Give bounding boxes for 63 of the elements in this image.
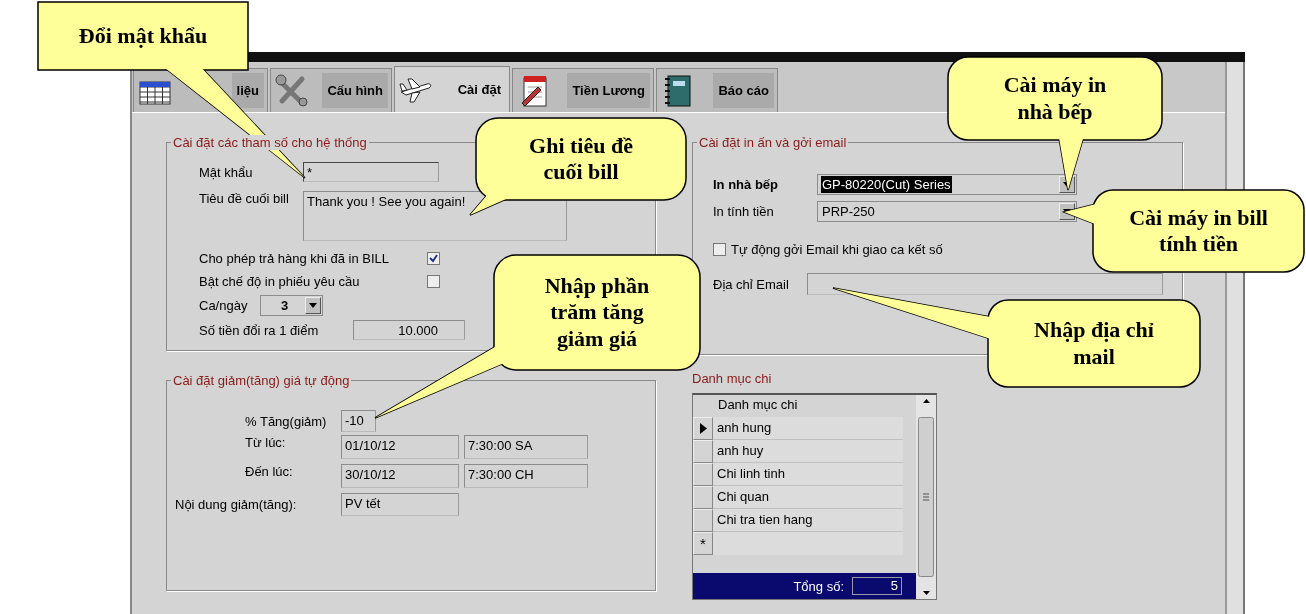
field-label: Nội dung giảm(tăng): xyxy=(175,496,298,512)
tab[interactable]: Cấu hình xyxy=(270,68,392,112)
time-field[interactable]: 7:30:00 CH xyxy=(464,464,588,488)
callout-text: Nhập phần trăm tăng giảm giá xyxy=(544,272,650,353)
total-label: Tổng số: xyxy=(793,578,844,594)
shift-dropdown[interactable]: 3 xyxy=(260,295,323,316)
section-title: Danh mục chi xyxy=(692,371,772,386)
current-row-icon xyxy=(699,423,707,434)
row-selector[interactable] xyxy=(693,417,713,440)
checkbox-label: Cho phép trả hàng khi đã in BILL xyxy=(199,251,391,266)
field-label: Mật khẩu xyxy=(199,164,254,180)
callout-text: Đổi mật khẩu xyxy=(78,22,208,50)
group-title: Cài đặt các tham số cho hệ thống xyxy=(171,135,369,150)
total-field: 5 xyxy=(852,577,902,595)
field-label: Địa chỉ Email xyxy=(713,276,790,292)
tab[interactable]: Cài đặt xyxy=(394,66,510,112)
checkbox-label: Tự động gởi Email khi giao ca kết số xyxy=(731,242,943,257)
callout-text: Cài máy in bill tính tiền xyxy=(1129,204,1268,258)
time-field[interactable]: 7:30:00 SA xyxy=(464,435,588,459)
field-label: % Tăng(giảm) xyxy=(245,413,328,429)
table-cell: Chi tra tien hang xyxy=(713,509,903,532)
field-label: Số tiền đổi ra 1 điểm xyxy=(199,322,320,338)
tab[interactable]: Báo cáo xyxy=(656,68,778,112)
table-cell: anh huy xyxy=(713,440,903,463)
checkbox[interactable] xyxy=(427,275,440,288)
new-row-cell[interactable] xyxy=(713,532,903,555)
scroll-thumb[interactable] xyxy=(918,417,934,577)
scroll-down-icon xyxy=(922,591,930,595)
field-label: Tiêu đề cuối bill xyxy=(199,191,290,206)
date-field[interactable]: 01/10/12 xyxy=(341,435,459,459)
new-row-selector[interactable]: * xyxy=(693,532,713,555)
printer-dropdown[interactable]: GP-80220(Cut) Series xyxy=(817,174,1077,195)
callout-text: Cài máy in nhà bếp xyxy=(1003,72,1107,125)
percent-field[interactable]: -10 xyxy=(341,410,376,432)
group-title: Cài đặt in ấn và gởi email xyxy=(697,135,849,150)
table-cell: Chi linh tinh xyxy=(713,463,903,486)
text-area[interactable]: Thank you ! See you again! xyxy=(303,191,567,241)
email-field[interactable] xyxy=(807,273,1163,295)
table-cell: Chi quan xyxy=(713,486,903,509)
scroll-up-icon xyxy=(922,399,930,403)
field-label: Từ lúc: xyxy=(245,435,287,450)
tools-icon xyxy=(274,72,310,109)
table-cell: anh hung xyxy=(713,417,903,440)
caret-icon xyxy=(309,303,317,308)
amount-field[interactable]: 10.000 xyxy=(353,320,465,340)
description-field[interactable]: PV tết xyxy=(341,493,459,516)
date-field[interactable]: 30/10/12 xyxy=(341,464,459,488)
new-row-marker: * xyxy=(700,535,706,552)
field-label: In tính tiền xyxy=(713,204,775,219)
field-label: Đến lúc: xyxy=(245,464,294,479)
tab[interactable]: Tiền Lương xyxy=(512,68,654,112)
field-label: Ca/ngày xyxy=(199,298,249,313)
callout-text: Ghi tiêu đề cuối bill xyxy=(529,132,633,186)
column-header: Danh mục chi xyxy=(717,396,799,414)
password-field[interactable]: * xyxy=(303,162,439,182)
scrollbar[interactable] xyxy=(916,395,936,599)
group-title: Cài đặt giảm(tăng) giá tự động xyxy=(171,373,352,388)
printer-dropdown[interactable]: PRP-250 xyxy=(817,201,1077,222)
field-label: In nhà bếp xyxy=(713,177,779,192)
checkbox-label: Bật chế độ in phiếu yêu cầu xyxy=(199,274,361,289)
callout-text: Nhập địa chỉ mail xyxy=(1034,317,1154,370)
checkbox[interactable] xyxy=(427,252,440,265)
checkbox[interactable] xyxy=(713,243,726,256)
